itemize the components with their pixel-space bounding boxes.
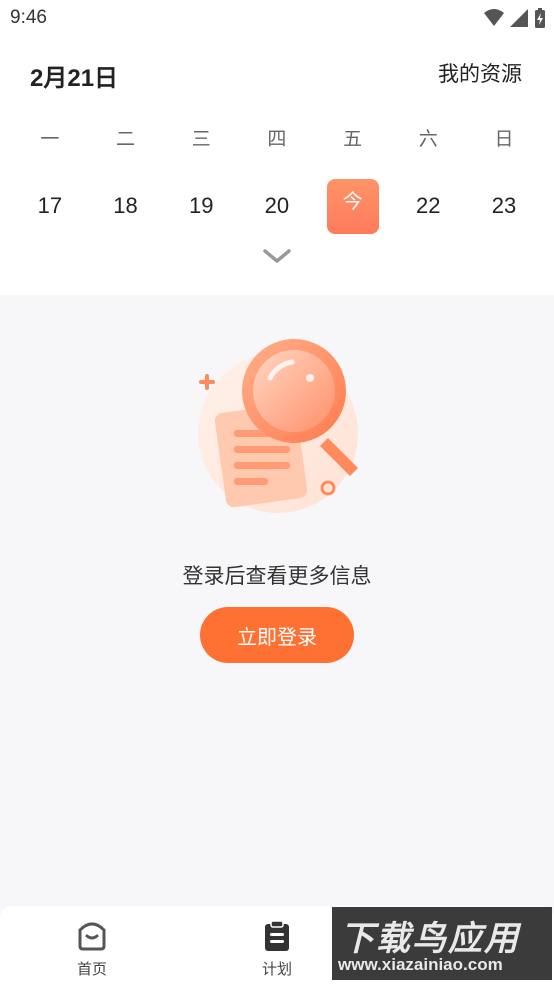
- date-number: 20: [264, 193, 290, 218]
- today-badge: 今: [326, 178, 379, 234]
- date-cell[interactable]: 23: [466, 178, 542, 234]
- watermark-badge: 下载鸟应用 www.xiazainiao.com: [332, 907, 552, 980]
- date-number: 22: [416, 193, 441, 218]
- date-row: 17 18 19 20 今 22 23: [12, 178, 542, 234]
- date-number: 19: [188, 193, 214, 218]
- nav-label-plan: 计划: [261, 960, 292, 978]
- watermark-title: 下载鸟应用: [340, 919, 520, 959]
- date-number: 18: [113, 193, 138, 218]
- date-cell[interactable]: 22: [390, 178, 466, 234]
- date-cell[interactable]: 18: [88, 178, 164, 234]
- search-document-illustration: [198, 339, 358, 513]
- watermark-url: www.xiazainiao.com: [338, 955, 503, 974]
- signal-icon: [510, 9, 528, 27]
- clipboard-icon: [265, 920, 289, 951]
- weekday-label: 六: [418, 128, 438, 150]
- weekday-label: 二: [116, 128, 136, 150]
- nav-label-home: 首页: [76, 960, 107, 978]
- date-cell[interactable]: 19: [163, 178, 239, 234]
- date-cell[interactable]: 20: [239, 178, 315, 234]
- nav-item-home[interactable]: 首页: [52, 918, 132, 979]
- empty-state-message: 登录后查看更多信息: [182, 564, 372, 588]
- nav-item-plan[interactable]: 计划: [237, 918, 317, 979]
- status-bar: 9:46: [0, 0, 554, 36]
- battery-icon: [535, 8, 545, 28]
- weekday-label: 三: [191, 128, 211, 150]
- status-icons: [484, 7, 546, 29]
- my-resources-link[interactable]: 我的资源: [438, 58, 522, 88]
- chevron-down-icon[interactable]: [263, 248, 291, 264]
- date-cell[interactable]: 17: [12, 178, 88, 234]
- wifi-icon: [484, 9, 504, 26]
- current-date-title: 2月21日: [30, 65, 119, 92]
- weekday-row: 一 二 三 四 五 六 日: [12, 124, 542, 151]
- home-icon: [78, 922, 106, 951]
- login-button[interactable]: 立即登录: [200, 607, 354, 663]
- status-time: 9:46: [10, 7, 47, 28]
- weekday-label: 五: [343, 128, 363, 150]
- calendar-header: 2月21日 我的资源 一 二 三 四 五 六 日 17 18 19 20 今 2…: [0, 36, 554, 295]
- date-number: 23: [491, 193, 517, 218]
- date-number: 17: [37, 193, 63, 218]
- date-cell-today[interactable]: 今: [315, 178, 391, 234]
- weekday-label: 日: [494, 128, 514, 150]
- weekday-label: 一: [40, 128, 60, 150]
- weekday-label: 四: [267, 128, 287, 150]
